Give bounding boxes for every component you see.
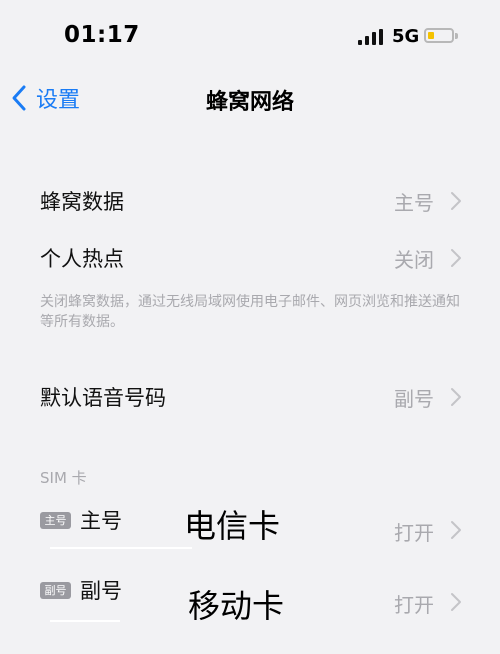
- sim-secondary-badge: 副号: [40, 582, 71, 599]
- personal-hotspot-value: 关闭: [394, 248, 434, 272]
- status-bar: 01:17 5G: [0, 0, 500, 70]
- navigation-bar: 设置 蜂窝网络: [0, 70, 500, 125]
- chevron-right-icon: [451, 593, 461, 611]
- signal-strength-icon: [358, 29, 386, 45]
- sim-primary-label: 主号: [80, 509, 122, 533]
- sim-secondary-label: 副号: [80, 579, 122, 603]
- sim-primary-status: 打开: [394, 521, 434, 545]
- personal-hotspot-label: 个人热点: [40, 247, 124, 271]
- default-voice-number-value: 副号: [394, 387, 434, 411]
- chevron-right-icon: [451, 249, 461, 267]
- battery-icon: [424, 28, 458, 43]
- redaction-strip: [50, 620, 120, 622]
- chevron-right-icon: [451, 192, 461, 210]
- sim-primary-badge: 主号: [40, 512, 71, 529]
- cellular-data-label: 蜂窝数据: [40, 190, 124, 214]
- status-time: 01:17: [64, 22, 140, 48]
- sim-primary-row[interactable]: 主号 主号 电信卡 打开: [0, 500, 500, 562]
- default-voice-number-row[interactable]: 默认语音号码 副号: [0, 368, 500, 424]
- sim-secondary-carrier-note: 移动卡: [188, 587, 285, 625]
- sim-primary-carrier-note: 电信卡: [184, 507, 281, 545]
- sim-secondary-row[interactable]: 副号 副号 移动卡 打开: [0, 575, 500, 637]
- chevron-right-icon: [451, 521, 461, 539]
- page-title: 蜂窝网络: [205, 90, 294, 115]
- cellular-data-note: 关闭蜂窝数据，通过无线局域网使用电子邮件、网页浏览和推送通知等所有数据。: [40, 294, 460, 330]
- cellular-data-value: 主号: [394, 191, 434, 215]
- network-type-label: 5G: [392, 26, 420, 47]
- chevron-right-icon: [451, 388, 461, 406]
- cellular-data-row[interactable]: 蜂窝数据 主号: [0, 172, 500, 228]
- personal-hotspot-row[interactable]: 个人热点 关闭: [0, 229, 500, 285]
- default-voice-number-label: 默认语音号码: [40, 386, 166, 410]
- redaction-strip: [50, 547, 192, 549]
- sim-section-header: SIM 卡: [40, 469, 87, 487]
- sim-secondary-status: 打开: [394, 593, 434, 617]
